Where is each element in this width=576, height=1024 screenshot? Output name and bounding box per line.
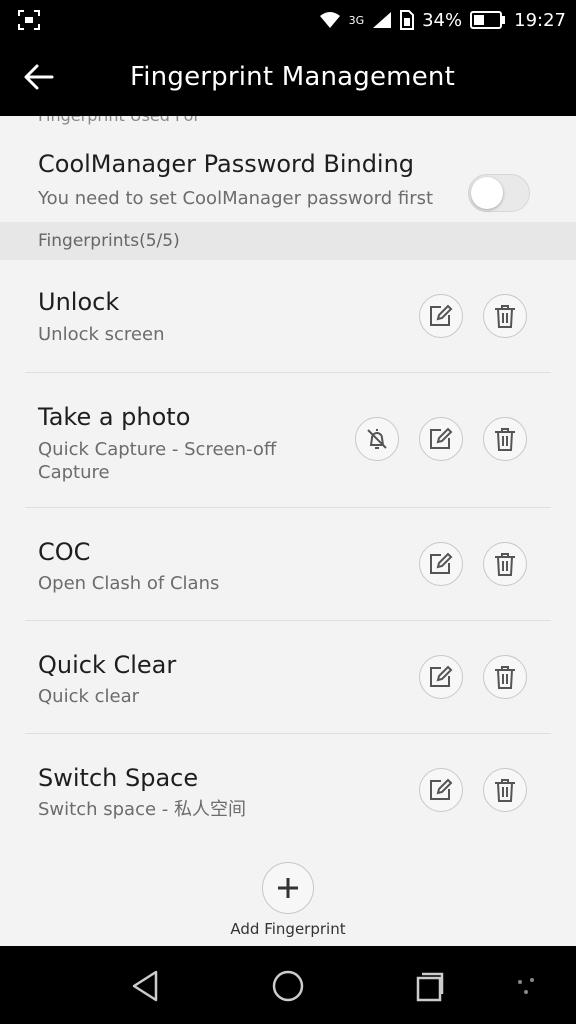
delete-button[interactable]	[483, 542, 527, 586]
status-bar: 3G 34% 19:27	[0, 0, 576, 40]
edit-icon	[430, 427, 453, 449]
edit-button[interactable]	[419, 655, 463, 699]
content-area[interactable]: Fingerprint Used For CoolManager Passwor…	[0, 116, 576, 946]
fingerprint-row-take-photo[interactable]: Take a photo Quick Capture - Screen-off …	[0, 373, 576, 508]
delete-button[interactable]	[483, 768, 527, 812]
fingerprints-count-label: Fingerprints(5/5)	[38, 231, 180, 251]
wifi-icon	[319, 12, 340, 28]
edit-button[interactable]	[419, 542, 463, 586]
edit-button[interactable]	[419, 417, 463, 461]
network-type: 3G	[348, 13, 365, 27]
recents-nav-icon[interactable]	[410, 966, 450, 1006]
back-arrow-icon[interactable]	[22, 60, 56, 94]
password-binding-row[interactable]: CoolManager Password Binding You need to…	[0, 134, 576, 220]
toggle-knob	[471, 177, 503, 209]
edit-icon	[430, 778, 453, 800]
battery-icon	[470, 11, 506, 29]
trash-icon	[495, 666, 515, 689]
binding-subtitle: You need to set CoolManager password fir…	[38, 188, 434, 209]
sim-icon	[400, 10, 415, 30]
trash-icon	[495, 779, 515, 802]
edit-icon	[430, 552, 453, 574]
fingerprint-subtitle: Quick clear	[38, 686, 140, 707]
battery-percent: 34%	[422, 9, 463, 31]
app-bar: Fingerprint Management	[0, 40, 576, 116]
section-header-fingerprints: Fingerprints(5/5)	[0, 222, 576, 260]
navigation-bar	[0, 946, 576, 1024]
fingerprint-row-coc[interactable]: COC Open Clash of Clans	[0, 508, 576, 621]
fingerprint-title: COC	[38, 538, 91, 566]
add-fingerprint-area: Add Fingerprint	[0, 862, 576, 946]
screenshot-icon	[18, 10, 40, 30]
fingerprint-row-switch-space[interactable]: Switch Space Switch space - 私人空间	[0, 734, 576, 847]
fingerprint-title: Unlock	[38, 288, 120, 316]
fingerprint-subtitle: Quick Capture - Screen-off Capture	[38, 439, 277, 483]
binding-title: CoolManager Password Binding	[38, 150, 415, 178]
edit-button[interactable]	[419, 768, 463, 812]
edit-button[interactable]	[419, 294, 463, 338]
edit-icon	[430, 665, 453, 687]
section-label-used-for: Fingerprint Used For	[38, 116, 200, 125]
binding-toggle[interactable]	[468, 174, 530, 212]
edit-icon	[430, 304, 453, 326]
more-dots-icon[interactable]	[508, 966, 548, 1006]
bell-off-icon	[367, 429, 387, 449]
fingerprint-subtitle: Unlock screen	[38, 324, 165, 345]
back-nav-icon[interactable]	[126, 966, 166, 1006]
trash-icon	[495, 305, 515, 328]
fingerprint-row-unlock[interactable]: Unlock Unlock screen	[0, 260, 576, 373]
signal-icon	[373, 12, 392, 28]
fingerprint-subtitle: Switch space - 私人空间	[38, 799, 246, 820]
delete-button[interactable]	[483, 655, 527, 699]
fingerprint-title: Take a photo	[38, 403, 191, 431]
plus-icon	[278, 878, 298, 898]
page-title: Fingerprint Management	[130, 62, 455, 92]
add-fingerprint-label: Add Fingerprint	[230, 920, 346, 938]
fingerprint-list: Unlock Unlock screen Take a photo Quick …	[0, 260, 576, 847]
delete-button[interactable]	[483, 417, 527, 461]
notification-button[interactable]	[355, 417, 399, 461]
fingerprint-row-quick-clear[interactable]: Quick Clear Quick clear	[0, 621, 576, 734]
fingerprint-title: Switch Space	[38, 764, 199, 792]
delete-button[interactable]	[483, 294, 527, 338]
trash-icon	[495, 553, 515, 576]
trash-icon	[495, 428, 515, 451]
fingerprint-subtitle: Open Clash of Clans	[38, 573, 220, 594]
fingerprint-title: Quick Clear	[38, 651, 177, 679]
home-nav-icon[interactable]	[268, 966, 308, 1006]
clock: 19:27	[514, 9, 566, 31]
add-fingerprint-button[interactable]	[262, 862, 314, 914]
